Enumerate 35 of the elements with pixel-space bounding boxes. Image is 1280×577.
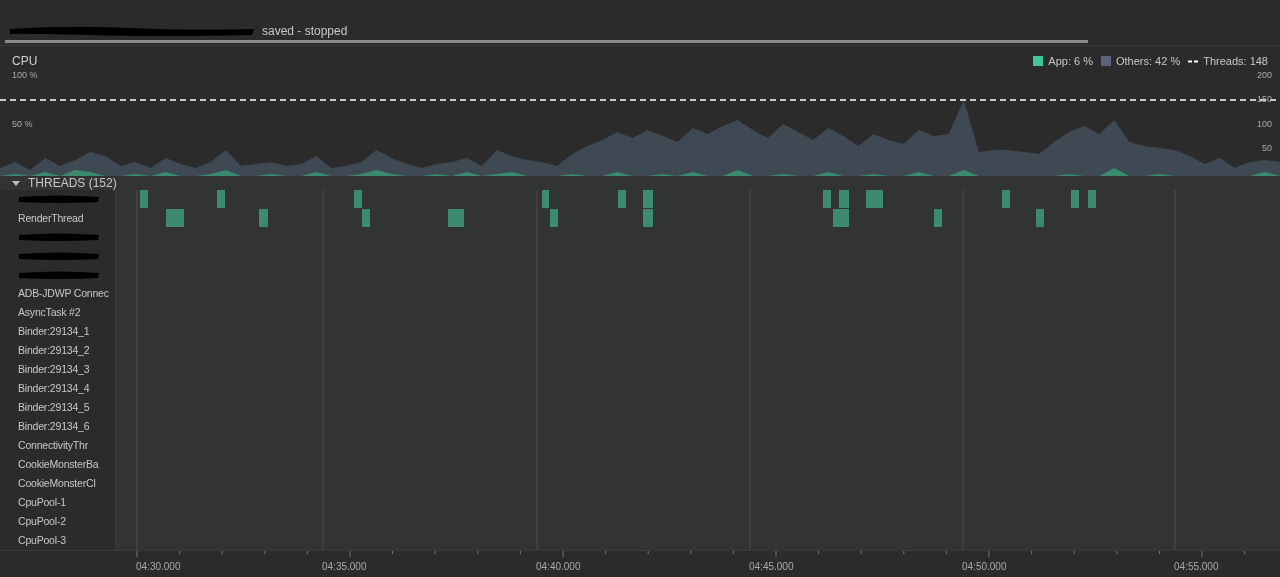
thread-name: CpuPool-2 — [18, 513, 66, 529]
thread-name: AsyncTask #2 — [18, 305, 81, 321]
thread-name: Binder:29134_6 — [18, 419, 90, 435]
axis-label: 100 % — [12, 69, 38, 82]
thread-name: CpuPool-1 — [18, 494, 66, 510]
dashed-line-icon — [1188, 59, 1199, 63]
axis-label: 100 — [1256, 118, 1272, 131]
axis-label: 50 — [1262, 142, 1272, 155]
time-label: 04:40.000 — [536, 560, 581, 574]
time-label: 04:50.000 — [962, 560, 1007, 574]
timeline-scrollbar[interactable] — [5, 40, 1088, 43]
cpu-title: CPU — [12, 53, 38, 70]
threads-title: THREADS (152) — [28, 174, 117, 192]
legend-label: Others: 42 % — [1115, 53, 1181, 69]
legend-label: App: 6 % — [1048, 53, 1093, 69]
thread-name: CpuPool-3 — [18, 532, 66, 548]
thread-name: Binder:29134_1 — [18, 324, 90, 340]
axis-label: 200 — [1256, 69, 1272, 82]
thread-name: Binder:29134_4 — [18, 381, 90, 397]
axis-label: 150 — [1256, 93, 1272, 106]
thread-name: CookieMonsterCl — [18, 475, 96, 491]
time-label: 04:55.000 — [1174, 560, 1219, 574]
thread-name: CookieMonsterBa — [18, 456, 99, 472]
thread-name: ConnectivityThr — [18, 438, 88, 453]
legend-label: Threads: 148 — [1203, 53, 1268, 69]
thread-name: Binder:29134_5 — [18, 400, 90, 416]
axis-label: 50 % — [12, 118, 33, 131]
time-label: 04:45.000 — [749, 560, 794, 574]
thread-name: Binder:29134_3 — [18, 362, 90, 378]
time-label: 04:35.000 — [322, 560, 367, 574]
thread-name: RenderThread — [18, 210, 84, 226]
thread-name: Binder:29134_2 — [18, 343, 90, 359]
thread-name: ADB-JDWP Connec — [18, 286, 109, 302]
session-status: saved - stopped — [262, 25, 348, 37]
time-label: 04:30.000 — [136, 560, 181, 574]
